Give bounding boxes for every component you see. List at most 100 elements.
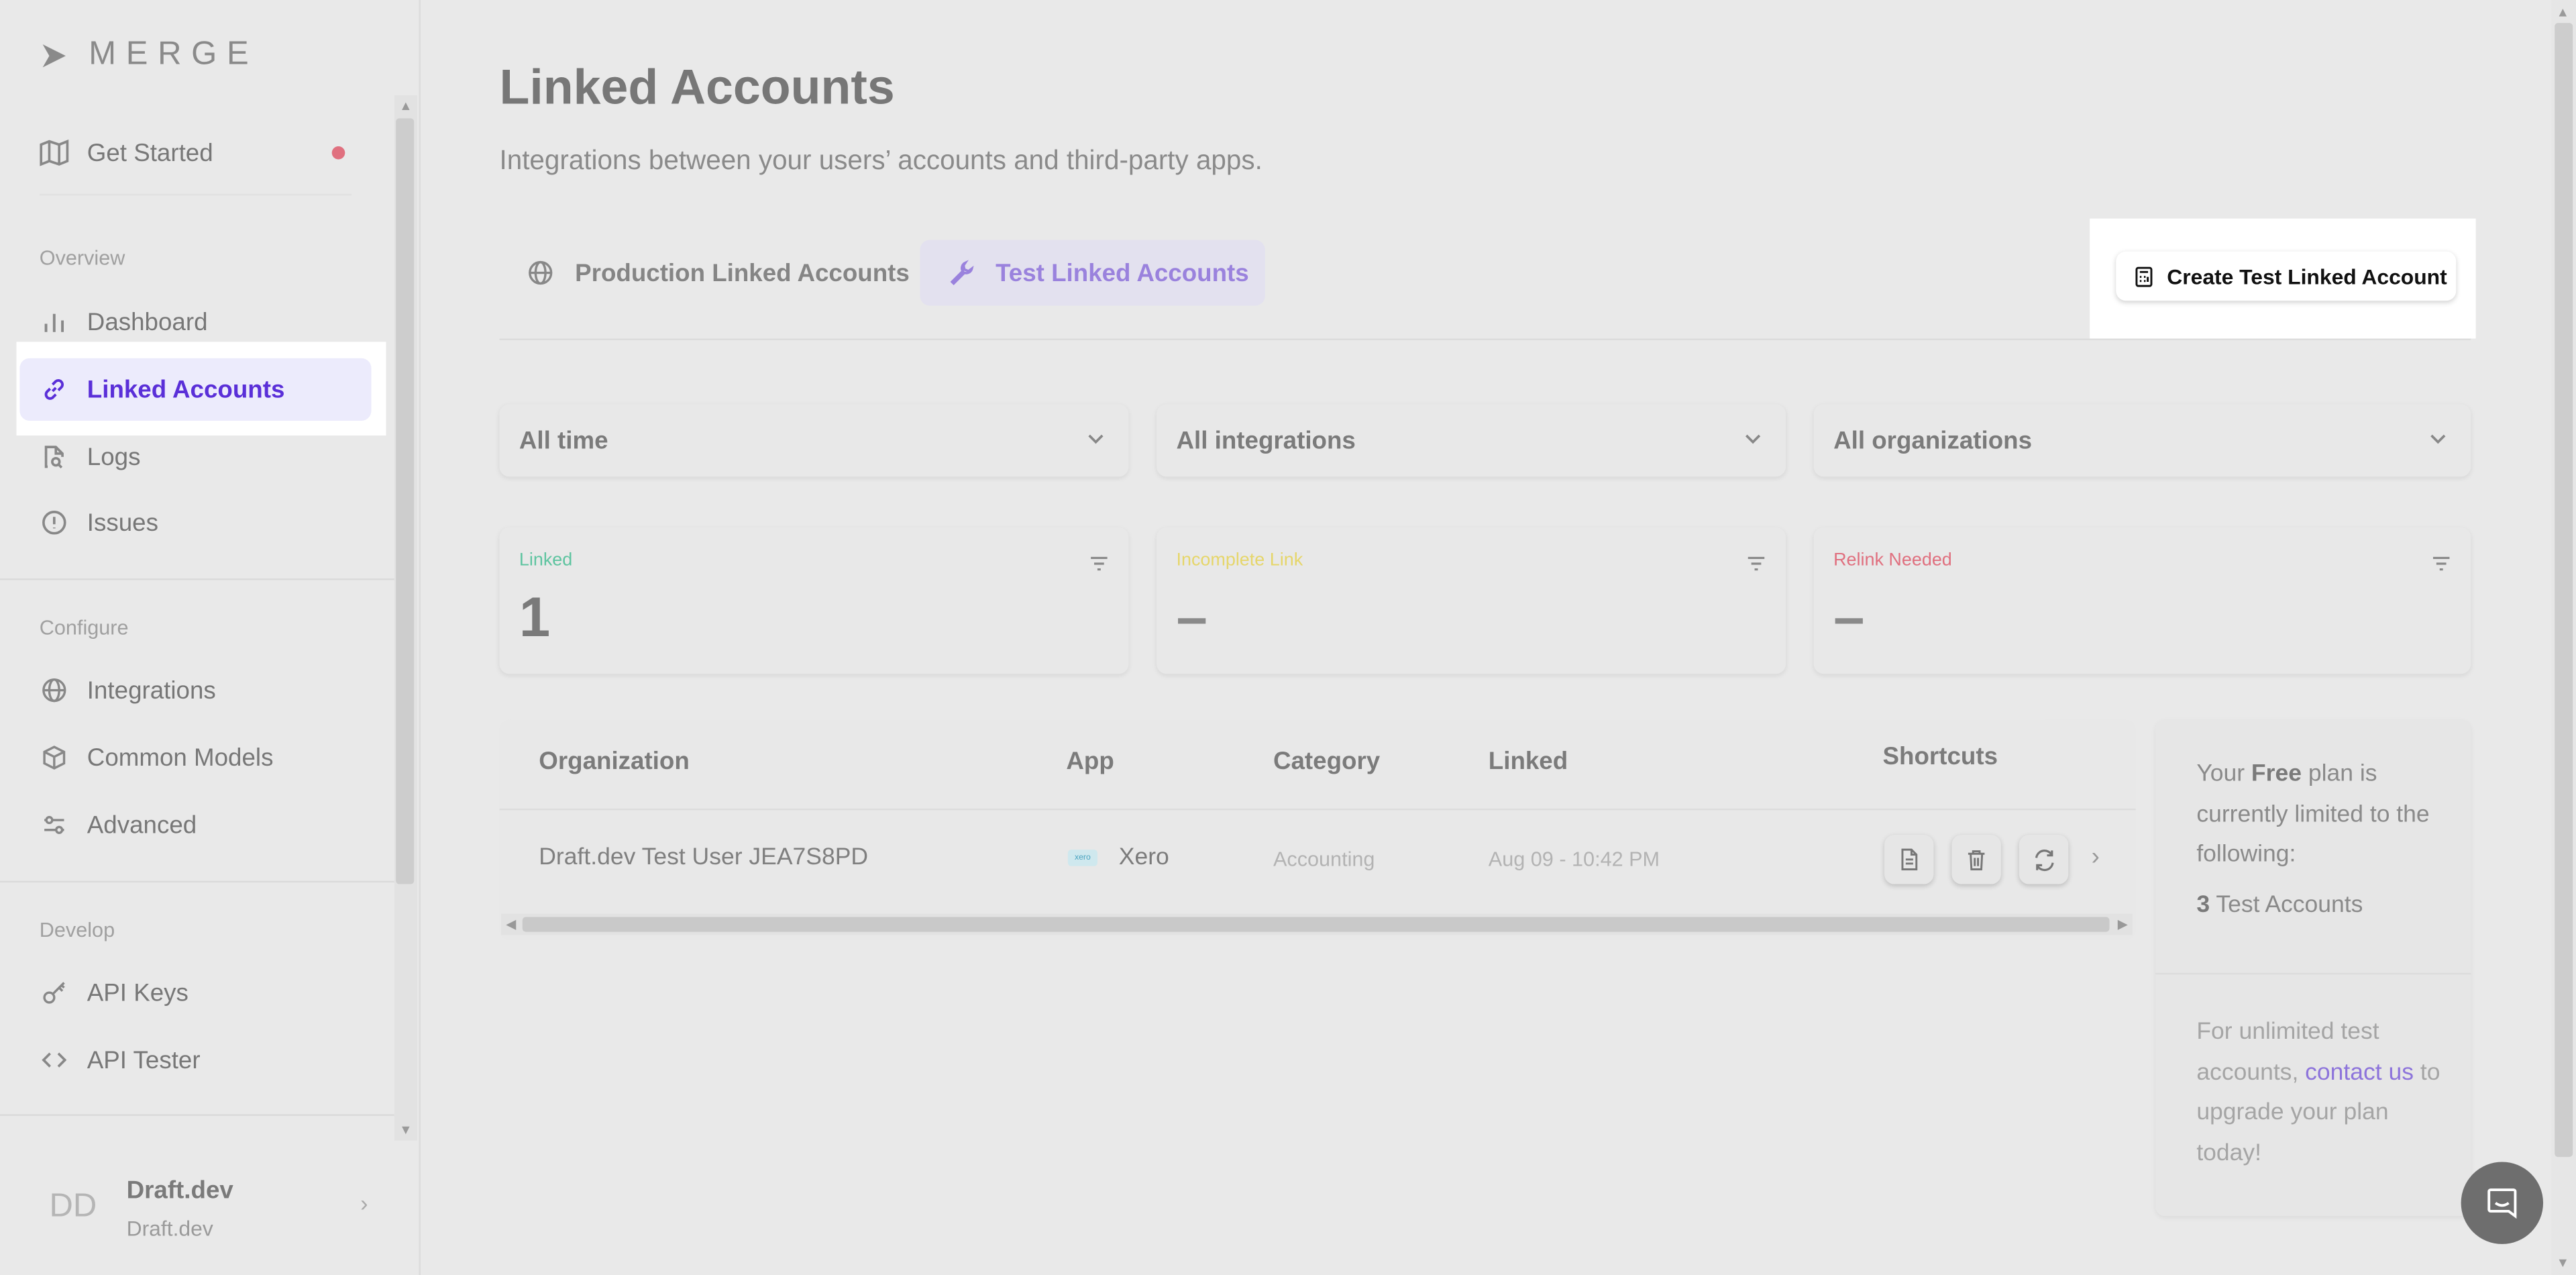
stat-label: Linked (519, 550, 573, 570)
sidebar-item-logs[interactable]: Logs (19, 425, 371, 488)
sidebar: MERGE Get Started Overview Dashboard Lin… (0, 0, 421, 1275)
calculator-icon (2134, 266, 2153, 287)
cell-category: Accounting (1273, 848, 1375, 871)
divider (2155, 972, 2471, 975)
divider (0, 1114, 394, 1116)
tab-label: Test Linked Accounts (996, 258, 1249, 287)
divider (0, 880, 394, 883)
chevron-down-icon (2428, 427, 2448, 457)
sidebar-item-advanced[interactable]: Advanced (19, 794, 371, 856)
sidebar-item-integrations[interactable]: Integrations (19, 659, 371, 721)
upgrade-prompt: For unlimited test accounts, contact us … (2196, 1013, 2443, 1174)
integrations-filter-dropdown[interactable]: All integrations (1157, 404, 1786, 477)
section-label-overview: Overview (39, 246, 125, 270)
trash-icon (1968, 850, 1985, 870)
chevron-right-icon[interactable]: › (2092, 843, 2100, 871)
sidebar-item-label: Get Started (87, 138, 213, 167)
view-logs-button[interactable] (1884, 835, 1934, 884)
filter-icon[interactable] (1089, 550, 1109, 580)
sidebar-item-linked-accounts[interactable]: Linked Accounts (19, 358, 372, 421)
limit-label: Test Accounts (2210, 892, 2363, 919)
cell-linked: Aug 09 - 10:42 PM (1488, 848, 1660, 871)
page-scrollbar-thumb[interactable] (2555, 23, 2573, 1158)
sidebar-scrollbar-thumb[interactable] (396, 118, 415, 884)
sidebar-item-label: Common Models (87, 744, 274, 772)
section-label-configure: Configure (39, 616, 129, 640)
scroll-down-arrow-icon[interactable]: ▼ (2557, 1256, 2569, 1270)
sidebar-item-common-models[interactable]: Common Models (19, 726, 371, 788)
user-menu[interactable]: DD Draft.dev Draft.dev › (36, 1167, 381, 1252)
dropdown-value: All organizations (1833, 427, 2033, 456)
column-header-organization: Organization (539, 748, 690, 776)
stat-value: – (1833, 586, 1865, 650)
chevron-right-icon: › (360, 1190, 368, 1217)
globe-icon (526, 258, 555, 287)
organizations-filter-dropdown[interactable]: All organizations (1813, 404, 2471, 477)
link-icon (40, 374, 69, 404)
notification-dot (331, 146, 345, 160)
resync-button[interactable] (2019, 835, 2069, 884)
plan-description: Your Free plan is currently limited to t… (2196, 754, 2443, 875)
table-scrollbar-thumb[interactable] (522, 917, 2110, 932)
key-icon (40, 978, 69, 1007)
scroll-down-arrow-icon[interactable]: ▼ (399, 1123, 412, 1137)
chevron-down-icon (1743, 427, 1762, 457)
tab-production-linked-accounts[interactable]: Production Linked Accounts (499, 240, 913, 306)
chat-launcher-button[interactable] (2461, 1162, 2544, 1244)
cell-organization[interactable]: Draft.dev Test User JEA7S8PD (539, 845, 868, 871)
user-name: Draft.dev (126, 1176, 233, 1205)
delete-account-button[interactable] (1951, 835, 2001, 884)
stat-card-relink-needed[interactable]: Relink Needed – (1813, 527, 2471, 674)
page-subtitle: Integrations between your users’ account… (499, 146, 1263, 176)
plan-text-part: Your (2196, 760, 2251, 788)
contact-us-link[interactable]: contact us (2305, 1059, 2414, 1085)
sidebar-item-label: Issues (87, 508, 158, 537)
sidebar-item-label: Logs (87, 443, 141, 471)
merge-logo[interactable]: MERGE (40, 36, 259, 74)
user-org: Draft.dev (126, 1216, 213, 1241)
cell-app: Xero (1118, 844, 1169, 871)
section-label-develop: Develop (39, 918, 115, 942)
button-label: Create Test Linked Account (2167, 264, 2447, 289)
tabs-divider (499, 338, 2471, 340)
xero-logo: xero (1067, 850, 1097, 866)
sidebar-item-label: Dashboard (87, 308, 208, 336)
scroll-right-arrow-icon[interactable]: ▶ (2118, 917, 2128, 932)
dropdown-value: All integrations (1176, 427, 1356, 456)
sidebar-item-api-tester[interactable]: API Tester (19, 1029, 371, 1091)
alert-circle-icon (40, 508, 69, 538)
create-test-linked-account-button[interactable]: Create Test Linked Account (2116, 251, 2457, 301)
stat-card-incomplete-link[interactable]: Incomplete Link – (1157, 527, 1786, 674)
merge-logo-icon (42, 43, 66, 67)
file-text-icon (1901, 848, 1918, 870)
dropdown-value: All time (519, 427, 608, 456)
tab-test-linked-accounts[interactable]: Test Linked Accounts (920, 240, 1265, 306)
scroll-up-arrow-icon[interactable]: ▲ (399, 99, 412, 113)
filter-icon[interactable] (2432, 550, 2451, 580)
wrench-icon (947, 258, 976, 287)
page-title: Linked Accounts (499, 60, 895, 115)
stat-label: Incomplete Link (1176, 550, 1303, 570)
limit-count: 3 (2196, 892, 2210, 919)
stat-card-linked[interactable]: Linked 1 (499, 527, 1129, 674)
refresh-icon (2034, 848, 2053, 870)
sidebar-item-get-started[interactable]: Get Started (19, 121, 371, 184)
sidebar-item-issues[interactable]: Issues (19, 491, 371, 554)
sidebar-item-api-keys[interactable]: API Keys (19, 962, 371, 1024)
file-search-icon (40, 442, 69, 472)
stat-value: – (1176, 586, 1208, 650)
column-header-linked: Linked (1488, 748, 1568, 776)
avatar: DD (49, 1188, 97, 1225)
cube-icon (40, 743, 69, 772)
sidebar-item-label: API Keys (87, 978, 189, 1007)
globe-icon (40, 676, 69, 705)
test-accounts-limit: 3 Test Accounts (2196, 892, 2363, 919)
scroll-left-arrow-icon[interactable]: ◀ (506, 917, 516, 932)
time-filter-dropdown[interactable]: All time (499, 404, 1129, 477)
sidebar-item-label: Advanced (87, 811, 197, 839)
sidebar-item-label: API Tester (87, 1046, 201, 1074)
stat-value: 1 (519, 586, 551, 650)
filter-icon[interactable] (1746, 550, 1766, 580)
chevron-down-icon (1086, 427, 1106, 457)
scroll-up-arrow-icon[interactable]: ▲ (2557, 5, 2569, 19)
